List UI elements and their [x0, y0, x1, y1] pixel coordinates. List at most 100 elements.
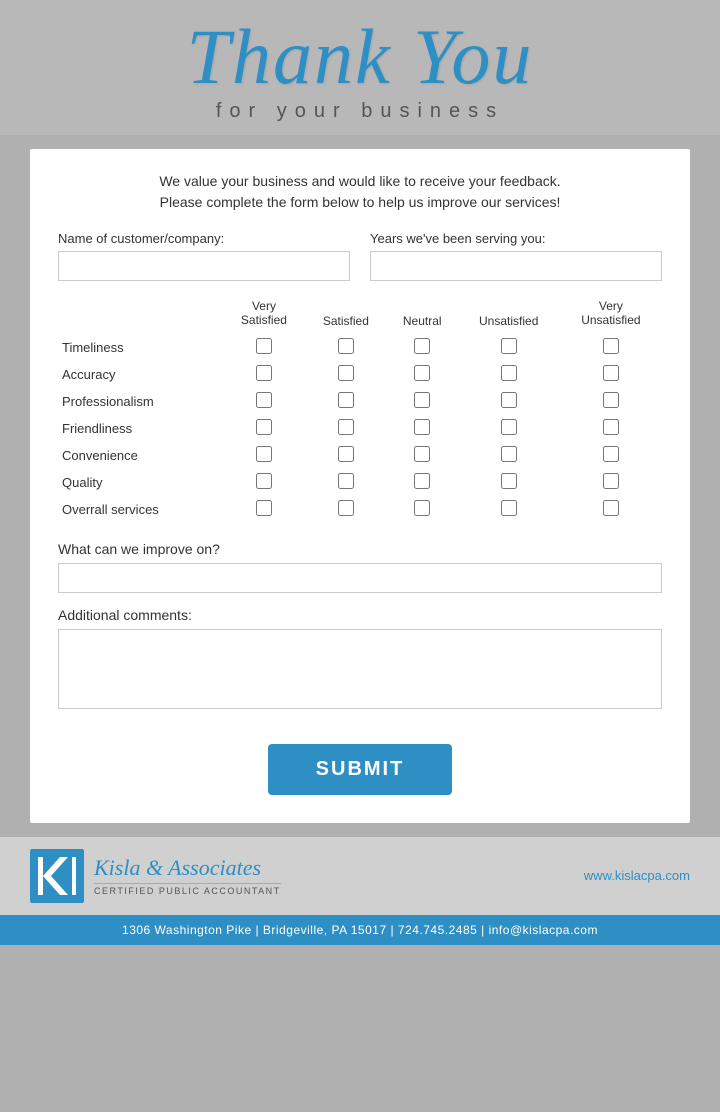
checkbox-row3-col3[interactable] — [501, 419, 517, 435]
website-text: www.kislacpa.com — [584, 868, 690, 883]
checkbox-row4-col2[interactable] — [414, 446, 430, 462]
checkbox-row0-col2[interactable] — [414, 338, 430, 354]
checkbox-cell — [458, 442, 560, 469]
checkbox-cell — [305, 361, 387, 388]
years-field-group: Years we've been serving you: — [370, 231, 662, 281]
subtitle-heading: for your business — [20, 100, 700, 123]
kisla-logo-icon — [30, 849, 84, 903]
col-neutral: Neutral — [387, 299, 458, 334]
row-label: Overrall services — [58, 496, 223, 523]
row-label: Friendliness — [58, 415, 223, 442]
checkbox-cell — [223, 496, 305, 523]
checkbox-row2-col1[interactable] — [338, 392, 354, 408]
checkbox-cell — [387, 334, 458, 361]
table-row: Convenience — [58, 442, 662, 469]
checkbox-row5-col1[interactable] — [338, 473, 354, 489]
checkbox-cell — [387, 496, 458, 523]
checkbox-cell — [223, 442, 305, 469]
customer-input[interactable] — [58, 251, 350, 281]
checkbox-cell — [458, 415, 560, 442]
col-very-unsatisfied: VeryUnsatisfied — [560, 299, 662, 334]
table-row: Overrall services — [58, 496, 662, 523]
checkbox-cell — [305, 469, 387, 496]
checkbox-row0-col4[interactable] — [603, 338, 619, 354]
checkbox-cell — [560, 334, 662, 361]
table-row: Timeliness — [58, 334, 662, 361]
checkbox-cell — [223, 415, 305, 442]
checkbox-row1-col0[interactable] — [256, 365, 272, 381]
checkbox-cell — [560, 469, 662, 496]
checkbox-row6-col4[interactable] — [603, 500, 619, 516]
checkbox-row5-col0[interactable] — [256, 473, 272, 489]
checkbox-row1-col4[interactable] — [603, 365, 619, 381]
checkbox-row6-col1[interactable] — [338, 500, 354, 516]
comments-section: Additional comments: — [58, 607, 662, 714]
fields-row: Name of customer/company: Years we've be… — [58, 231, 662, 281]
header-section: Thank You for your business — [0, 0, 720, 135]
thank-you-heading: Thank You — [20, 18, 700, 96]
improve-input[interactable] — [58, 563, 662, 593]
checkbox-row4-col1[interactable] — [338, 446, 354, 462]
col-very-satisfied: VerySatisfied — [223, 299, 305, 334]
checkbox-row2-col2[interactable] — [414, 392, 430, 408]
table-row: Professionalism — [58, 388, 662, 415]
improve-section: What can we improve on? — [58, 541, 662, 593]
checkbox-cell — [560, 361, 662, 388]
table-row: Accuracy — [58, 361, 662, 388]
checkbox-row2-col3[interactable] — [501, 392, 517, 408]
checkbox-cell — [387, 442, 458, 469]
checkbox-row6-col2[interactable] — [414, 500, 430, 516]
footer-address-bar: 1306 Washington Pike | Bridgeville, PA 1… — [0, 915, 720, 945]
table-row: Quality — [58, 469, 662, 496]
checkbox-row5-col4[interactable] — [603, 473, 619, 489]
checkbox-row5-col2[interactable] — [414, 473, 430, 489]
checkbox-cell — [458, 469, 560, 496]
checkbox-row5-col3[interactable] — [501, 473, 517, 489]
checkbox-row3-col2[interactable] — [414, 419, 430, 435]
customer-field-group: Name of customer/company: — [58, 231, 350, 281]
checkbox-cell — [387, 415, 458, 442]
checkbox-row4-col3[interactable] — [501, 446, 517, 462]
checkbox-row0-col3[interactable] — [501, 338, 517, 354]
logo-name: Kisla & Associates — [94, 855, 281, 881]
years-input[interactable] — [370, 251, 662, 281]
checkbox-cell — [223, 388, 305, 415]
table-row: Friendliness — [58, 415, 662, 442]
checkbox-cell — [560, 496, 662, 523]
checkbox-cell — [305, 334, 387, 361]
checkbox-row0-col1[interactable] — [338, 338, 354, 354]
submit-button[interactable]: SUBMIT — [268, 744, 453, 795]
checkbox-cell — [458, 388, 560, 415]
checkbox-cell — [223, 469, 305, 496]
checkbox-cell — [223, 361, 305, 388]
checkbox-cell — [387, 388, 458, 415]
checkbox-cell — [560, 442, 662, 469]
checkbox-row6-col3[interactable] — [501, 500, 517, 516]
form-card: We value your business and would like to… — [30, 149, 690, 823]
checkbox-row3-col4[interactable] — [603, 419, 619, 435]
row-label: Timeliness — [58, 334, 223, 361]
checkbox-row4-col4[interactable] — [603, 446, 619, 462]
row-label: Accuracy — [58, 361, 223, 388]
form-wrapper: We value your business and would like to… — [0, 135, 720, 837]
checkbox-row3-col0[interactable] — [256, 419, 272, 435]
row-label: Professionalism — [58, 388, 223, 415]
checkbox-row1-col2[interactable] — [414, 365, 430, 381]
checkbox-row0-col0[interactable] — [256, 338, 272, 354]
checkbox-cell — [560, 388, 662, 415]
logo-text-block: Kisla & Associates CERTIFIED PUBLIC ACCO… — [94, 855, 281, 896]
col-unsatisfied: Unsatisfied — [458, 299, 560, 334]
checkbox-cell — [223, 334, 305, 361]
checkbox-row6-col0[interactable] — [256, 500, 272, 516]
checkbox-cell — [305, 415, 387, 442]
comments-textarea[interactable] — [58, 629, 662, 709]
checkbox-row3-col1[interactable] — [338, 419, 354, 435]
checkbox-row4-col0[interactable] — [256, 446, 272, 462]
checkbox-row2-col4[interactable] — [603, 392, 619, 408]
submit-row: SUBMIT — [58, 734, 662, 799]
checkbox-row1-col3[interactable] — [501, 365, 517, 381]
customer-label: Name of customer/company: — [58, 231, 350, 246]
checkbox-row1-col1[interactable] — [338, 365, 354, 381]
checkbox-cell — [305, 496, 387, 523]
checkbox-row2-col0[interactable] — [256, 392, 272, 408]
